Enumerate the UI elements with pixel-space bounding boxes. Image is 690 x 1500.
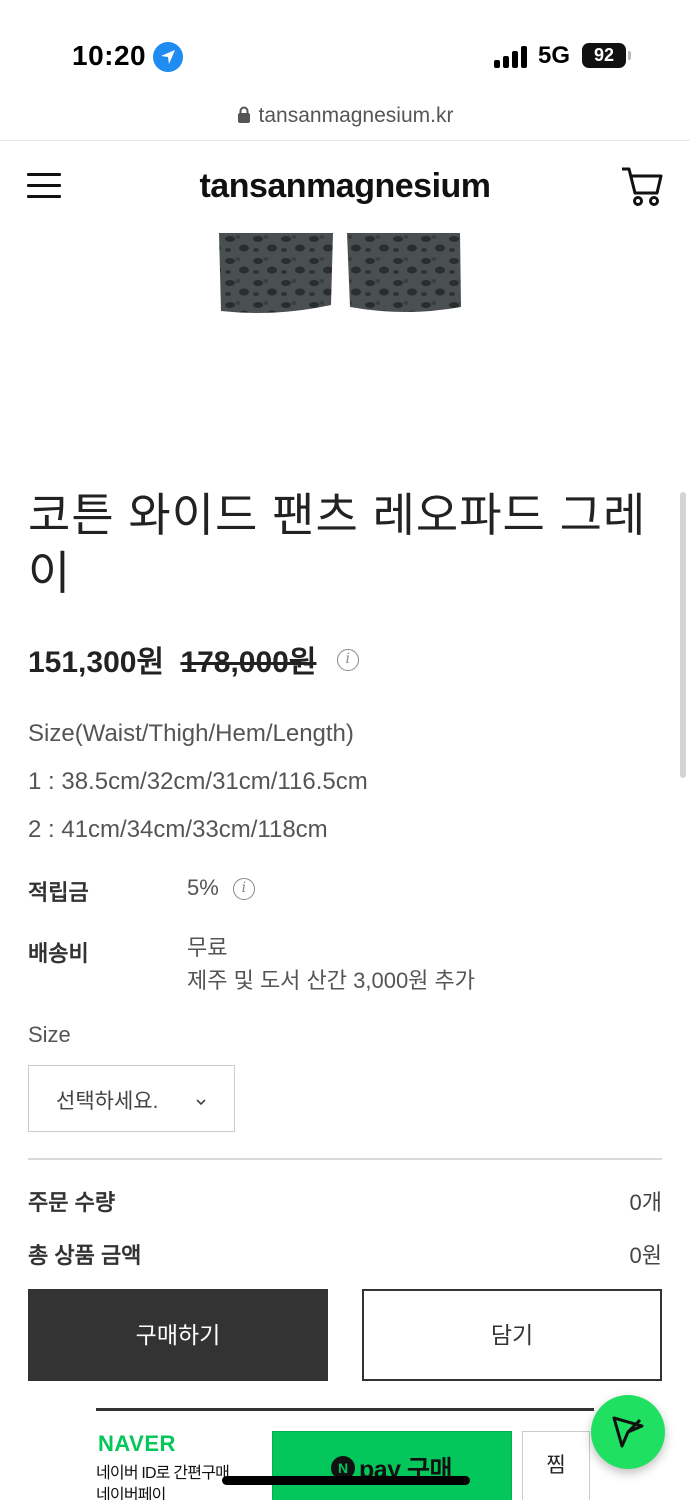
site-logo[interactable]: tansanmagnesium: [0, 167, 690, 206]
divider: [28, 1158, 662, 1160]
size-select[interactable]: 선택하세요.: [28, 1065, 235, 1132]
battery-nub: [628, 51, 631, 60]
status-time: 10:20: [72, 40, 147, 71]
chevron-down-icon: [195, 1090, 207, 1106]
buy-button[interactable]: 구매하기: [28, 1289, 328, 1381]
quantity-label: 주문 수량: [28, 1190, 116, 1215]
size-select-value: 선택하세요.: [56, 1090, 159, 1113]
cart-icon[interactable]: [620, 165, 664, 207]
shipping-label: 배송비: [28, 941, 89, 966]
share-button[interactable]: [591, 1395, 665, 1469]
product-title: 코튼 와이드 팬츠 레오파드 그레이: [28, 489, 647, 599]
shipping-value: 무료 제주 및 도서 산간 3,000원 추가: [187, 931, 475, 997]
location-arrow-icon: [153, 42, 183, 72]
naver-id-text: 네이버 ID로 간편구매: [96, 1465, 230, 1482]
total-label: 총 상품 금액: [28, 1243, 142, 1268]
signal-icon: [494, 46, 528, 68]
scrollbar-thumb[interactable]: [680, 492, 686, 778]
points-value: 5% i: [187, 871, 255, 904]
quantity-value: 0개: [629, 1190, 662, 1215]
naver-pay-button[interactable]: N pay 구매: [272, 1431, 512, 1500]
network-type: 5G: [538, 42, 571, 69]
sale-price: 151,300원: [28, 646, 165, 679]
points-percent: 5%: [187, 875, 219, 900]
shipping-note: 제주 및 도서 산간 3,000원 추가: [187, 968, 476, 993]
naver-logo: NAVER: [98, 1431, 176, 1456]
home-indicator[interactable]: [222, 1476, 470, 1485]
product-image[interactable]: [0, 233, 690, 453]
shipping-fee: 무료: [187, 935, 228, 960]
option-label: Size: [28, 1022, 71, 1047]
site-header: tansanmagnesium: [0, 141, 690, 233]
send-icon: [612, 1416, 644, 1448]
battery-icon: 92: [582, 43, 626, 68]
wishlist-button[interactable]: 찜: [522, 1431, 590, 1500]
points-info-icon[interactable]: i: [232, 878, 255, 901]
naver-pay-text: 네이버페이: [96, 1487, 166, 1500]
original-price: 178,000원: [180, 646, 317, 679]
product-description: Size(Waist/Thigh/Hem/Length) 1 : 38.5cm/…: [28, 710, 368, 854]
lock-icon: [237, 105, 251, 123]
url-text: tansanmagnesium.kr: [258, 104, 454, 127]
total-value: 0원: [629, 1243, 662, 1268]
url-bar[interactable]: tansanmagnesium.kr: [0, 104, 690, 140]
size-spec-1: 1 : 38.5cm/32cm/31cm/116.5cm: [28, 768, 368, 795]
price-row: 151,300원 178,000원 i: [28, 637, 359, 681]
naver-pay-bar: NAVER 네이버 ID로 간편구매 네이버페이 N pay 구매 찜: [96, 1408, 594, 1500]
size-spec-header: Size(Waist/Thigh/Hem/Length): [28, 720, 354, 747]
status-bar: 10:20 5G 92: [0, 0, 690, 100]
add-to-cart-button[interactable]: 담기: [362, 1289, 662, 1381]
info-icon[interactable]: i: [336, 649, 359, 672]
size-spec-2: 2 : 41cm/34cm/33cm/118cm: [28, 816, 328, 843]
points-label: 적립금: [28, 880, 89, 905]
